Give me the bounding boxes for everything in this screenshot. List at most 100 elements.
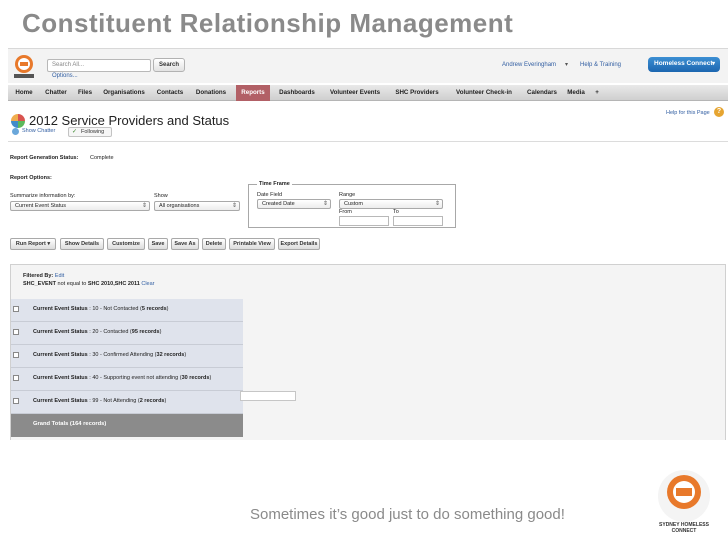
tab-files[interactable]: Files — [74, 85, 96, 101]
table-row: Current Event Status : 99 - Not Attendin… — [11, 391, 243, 414]
tab-add[interactable]: + — [590, 85, 604, 101]
following-button[interactable]: Following — [68, 127, 112, 137]
summarize-select-value: Current Event Status — [15, 203, 67, 209]
show-details-button[interactable]: Show Details — [60, 238, 104, 250]
shc-logo-icon — [14, 55, 34, 78]
select-arrows-icon: ⇕ — [141, 203, 147, 209]
date-field-select[interactable]: Created Date ⇕ — [257, 199, 331, 209]
tab-media[interactable]: Media — [564, 85, 588, 101]
group-label: Current Event Status : 99 - Not Attendin… — [33, 398, 167, 404]
tab-volunteer-events[interactable]: Volunteer Events — [324, 85, 386, 101]
run-report-button[interactable]: Run Report ▾ — [10, 238, 56, 250]
tab-organisations[interactable]: Organisations — [98, 85, 150, 101]
group-count: 32 records — [156, 352, 185, 358]
group-field: Current Event Status — [33, 352, 88, 358]
row-checkbox[interactable] — [13, 306, 19, 312]
row-checkbox[interactable] — [13, 398, 19, 404]
delete-button[interactable]: Delete — [202, 238, 226, 250]
page-header: 2012 Service Providers and Status Help f… — [8, 105, 728, 145]
range-select[interactable]: Custom ⇕ — [339, 199, 443, 209]
grand-totals-row: Grand Totals (164 records) — [11, 414, 243, 437]
app-switcher[interactable]: Homeless Connect ▾ — [648, 57, 720, 72]
user-menu[interactable]: Andrew Everingham — [502, 62, 556, 68]
group-count: 95 records — [131, 329, 160, 335]
tab-volunteer-check-in[interactable]: Volunteer Check-in — [448, 85, 520, 101]
help-for-page-link[interactable]: Help for this Page — [666, 110, 710, 116]
group-value: 30 - Confirmed Attending — [92, 352, 154, 358]
save-button[interactable]: Save — [148, 238, 168, 250]
help-training-link[interactable]: Help & Training — [580, 62, 621, 68]
group-field: Current Event Status — [33, 329, 88, 335]
show-select[interactable]: All organisations ⇕ — [154, 201, 240, 211]
filter-value: SHC 2010,SHC 2011 — [87, 281, 140, 287]
tab-reports[interactable]: Reports — [236, 85, 270, 101]
group-label: Current Event Status : 30 - Confirmed At… — [33, 352, 187, 358]
group-label: Current Event Status : 20 - Contacted (9… — [33, 329, 162, 335]
filtered-by-label: Filtered By: — [23, 273, 54, 279]
generation-status-value: Complete — [90, 155, 114, 161]
filter-clear-link[interactable]: Clear — [141, 281, 154, 287]
search-button[interactable]: Search — [153, 58, 185, 72]
search-options-link[interactable]: Options... — [52, 73, 78, 79]
group-label: Current Event Status : 40 - Supporting e… — [33, 375, 212, 381]
from-date-input[interactable] — [339, 216, 389, 226]
group-count: 30 records — [181, 375, 210, 381]
table-row: Current Event Status : 10 - Not Contacte… — [11, 299, 243, 322]
tab-chatter[interactable]: Chatter — [40, 85, 72, 101]
nav-tabs: Home Chatter Files Organisations Contact… — [8, 85, 728, 101]
page-title: 2012 Service Providers and Status — [29, 113, 230, 128]
report-icon — [11, 114, 25, 128]
show-label: Show — [154, 193, 168, 199]
run-report-label: Run Report — [15, 241, 46, 247]
group-value: 10 - Not Contacted — [92, 306, 139, 312]
summarize-label: Summarize information by: — [10, 193, 76, 199]
user-menu-caret-icon[interactable]: ▾ — [565, 61, 568, 68]
show-chatter-link[interactable]: Show Chatter — [22, 128, 55, 134]
table-row: Current Event Status : 20 - Contacted (9… — [11, 322, 243, 345]
to-date-input[interactable] — [393, 216, 443, 226]
app-switcher-label: Homeless Connect — [654, 60, 713, 67]
printable-view-button[interactable]: Printable View — [229, 238, 275, 250]
tab-calendars[interactable]: Calendars — [522, 85, 562, 101]
tab-home[interactable]: Home — [10, 85, 38, 101]
help-question-icon[interactable]: ? — [714, 107, 724, 117]
time-frame-label: Time Frame — [257, 181, 292, 187]
slide-tagline: Sometimes it’s good just to do something… — [250, 506, 565, 523]
top-header: Search All... Search Options... Andrew E… — [8, 49, 728, 83]
tab-dashboards[interactable]: Dashboards — [274, 85, 320, 101]
save-as-button[interactable]: Save As — [171, 238, 199, 250]
tab-donations[interactable]: Donations — [190, 85, 232, 101]
table-row: Current Event Status : 30 - Confirmed At… — [11, 345, 243, 368]
group-value: 40 - Supporting event not attending — [92, 375, 179, 381]
group-label: Current Event Status : 10 - Not Contacte… — [33, 306, 169, 312]
report-toolbar: Run Report ▾ Show Details Customize Save… — [8, 238, 320, 252]
filter-operator: not equal to — [57, 281, 87, 287]
select-arrows-icon: ⇕ — [322, 201, 328, 207]
filter-edit-link[interactable]: Edit — [55, 273, 64, 279]
export-details-button[interactable]: Export Details — [278, 238, 320, 250]
search-input[interactable]: Search All... — [47, 59, 151, 72]
chatter-icon — [12, 128, 19, 135]
customize-button[interactable]: Customize — [107, 238, 145, 250]
to-label: To — [393, 209, 399, 215]
tab-shc-providers[interactable]: SHC Providers — [388, 85, 446, 101]
group-field: Current Event Status — [33, 398, 88, 404]
tab-contacts[interactable]: Contacts — [152, 85, 188, 101]
row-checkbox[interactable] — [13, 375, 19, 381]
group-field: Current Event Status — [33, 375, 88, 381]
filter-field: SHC_EVENT — [23, 281, 57, 287]
summarize-select[interactable]: Current Event Status ⇕ — [10, 201, 150, 211]
date-field-select-value: Created Date — [262, 201, 295, 207]
range-label: Range — [339, 192, 356, 198]
group-count: 5 records — [141, 306, 167, 312]
report-results: Filtered By: Edit SHC_EVENT not equal to… — [10, 264, 726, 440]
row-checkbox[interactable] — [13, 329, 19, 335]
show-select-value: All organisations — [159, 203, 200, 209]
slide-title: Constituent Relationship Management — [22, 8, 514, 38]
row-checkbox[interactable] — [13, 352, 19, 358]
select-arrows-icon: ⇕ — [231, 203, 237, 209]
crm-screen: Search All... Search Options... Andrew E… — [8, 48, 728, 440]
divider — [8, 141, 728, 142]
group-count: 2 records — [139, 398, 165, 404]
logo-caption: SYDNEY HOMELESS CONNECT — [659, 522, 709, 534]
